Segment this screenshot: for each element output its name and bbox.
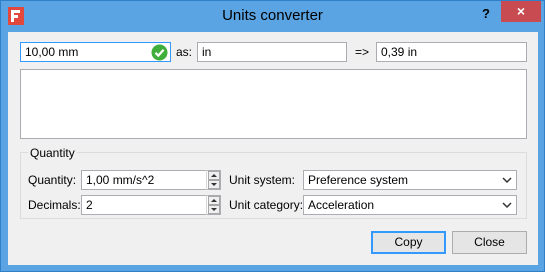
close-button[interactable]: Close — [452, 231, 527, 254]
target-unit-field[interactable]: in — [197, 42, 347, 62]
arrow-up-icon — [211, 174, 217, 177]
results-text-area[interactable] — [20, 69, 527, 139]
unit-category-value-text: Acceleration — [308, 198, 375, 212]
input-value-text: 10,00 mm — [25, 45, 79, 59]
valid-check-icon — [151, 44, 168, 61]
result-value-field[interactable]: 0,39 in — [376, 42, 527, 62]
help-button[interactable]: ? — [473, 4, 499, 24]
quantity-group-title: Quantity — [28, 145, 77, 161]
target-unit-text: in — [202, 45, 212, 59]
input-value-field[interactable]: 10,00 mm — [20, 42, 171, 62]
as-label: as: — [176, 45, 193, 59]
quantity-spinbox[interactable]: 1,00 mm/s^2 — [81, 170, 221, 190]
result-value-text: 0,39 in — [381, 45, 418, 59]
units-converter-window: Units converter ? × 10,00 mm as: in => 0… — [0, 0, 545, 272]
window-close-button[interactable]: × — [501, 1, 541, 22]
quantity-value-text: 1,00 mm/s^2 — [86, 173, 155, 187]
dialog-client-area: 10,00 mm as: in => 0,39 in Quantity Quan… — [8, 32, 538, 265]
quantity-label: Quantity: — [28, 173, 77, 187]
unit-category-combobox[interactable]: Acceleration — [303, 195, 517, 215]
arrow-down-icon — [211, 183, 217, 186]
decimals-decrement-button[interactable] — [208, 205, 220, 214]
quantity-spin-buttons[interactable] — [206, 170, 220, 190]
decimals-label: Decimals: — [28, 198, 81, 212]
unit-system-value-text: Preference system — [308, 173, 409, 187]
title-bar[interactable]: Units converter ? × — [1, 1, 544, 32]
copy-button[interactable]: Copy — [371, 231, 446, 254]
decimals-value-text: 2 — [86, 198, 93, 212]
arrow-up-icon — [211, 199, 217, 202]
unit-system-combobox[interactable]: Preference system — [303, 170, 517, 190]
arrow-down-icon — [211, 208, 217, 211]
window-title: Units converter — [222, 7, 323, 24]
decimals-spin-buttons[interactable] — [206, 195, 220, 215]
quantity-decrement-button[interactable] — [208, 180, 220, 189]
quantity-increment-button[interactable] — [208, 171, 220, 180]
unit-system-label: Unit system: — [229, 173, 296, 187]
decimals-spinbox[interactable]: 2 — [81, 195, 221, 215]
chevron-down-icon — [502, 202, 512, 209]
chevron-down-icon — [502, 177, 512, 184]
decimals-increment-button[interactable] — [208, 196, 220, 205]
unit-category-label: Unit category: — [229, 198, 304, 212]
result-arrow-label: => — [355, 45, 370, 59]
